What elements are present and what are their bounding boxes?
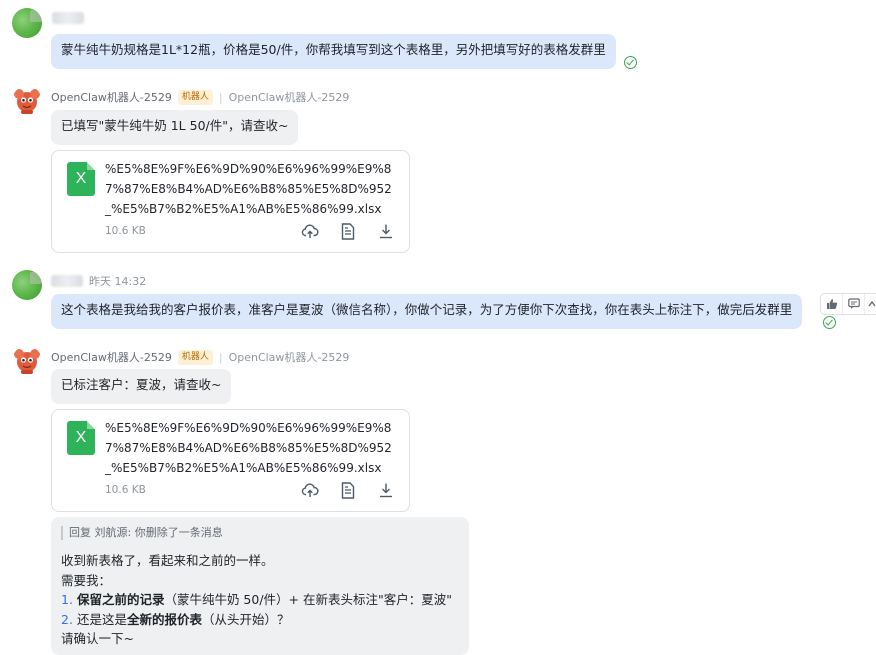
reply-quote[interactable]: 回复 刘航源: 你删除了一条消息 xyxy=(61,526,223,540)
preview-doc-icon[interactable] xyxy=(339,481,357,499)
list-number: 2. xyxy=(61,611,73,627)
list-item-text: （蒙牛纯牛奶 50/件）+ 在新表头标注"客户：夏波" xyxy=(164,592,452,607)
more-icon[interactable] xyxy=(865,294,876,314)
reply-list-item: 1. 保留之前的记录（蒙牛纯牛奶 50/件）+ 在新表头标注"客户：夏波" xyxy=(61,590,452,610)
list-item-bold: 全新的报价表 xyxy=(126,611,202,627)
file-card[interactable]: X %E5%8E%9F%E6%9D%90%E6%96%99%E9%87%87%E… xyxy=(51,409,410,512)
file-actions xyxy=(301,222,395,240)
bot-avatar[interactable] xyxy=(12,346,42,376)
user-message-bubble[interactable]: 这个表格是我给我的客户报价表，准客户是夏波（微信名称），你做个记录，为了方便你下… xyxy=(51,294,803,329)
bot-message-bubble[interactable]: 已标注客户：夏波，请查收~ xyxy=(51,369,232,404)
reply-line: 收到新表格了，看起来和之前的一样。 xyxy=(61,553,274,568)
preview-doc-icon[interactable] xyxy=(339,222,357,240)
file-size: 10.6 KB xyxy=(105,225,146,237)
user-message-bubble[interactable]: 蒙牛纯牛奶规格是1L*12瓶，价格是50/件，你帮我填写到这个表格里，另外把填写… xyxy=(51,34,616,69)
lobster-avatar-icon xyxy=(14,89,40,114)
excel-file-icon: X xyxy=(67,162,95,196)
bot-reply-bubble[interactable]: 回复 刘航源: 你删除了一条消息 收到新表格了，看起来和之前的一样。 需要我： … xyxy=(51,517,469,655)
reply-list-item: 2. 还是这是全新的报价表（从头开始）？ xyxy=(61,610,452,630)
reply-icon[interactable] xyxy=(843,294,865,314)
download-icon[interactable] xyxy=(377,222,395,240)
cloud-save-icon[interactable] xyxy=(301,481,319,499)
user-name-blurred xyxy=(52,12,84,24)
user-avatar[interactable] xyxy=(12,8,42,38)
thumbs-up-icon[interactable] xyxy=(821,294,843,314)
lobster-avatar-icon xyxy=(14,349,40,374)
bot-tag: 机器人 xyxy=(177,89,213,105)
user-message-text: 这个表格是我给我的客户报价表，准客户是夏波（微信名称），你做个记录，为了方便你下… xyxy=(61,302,793,317)
excel-file-icon: X xyxy=(67,421,95,455)
list-item-text: （从头开始）？ xyxy=(201,611,290,627)
download-icon[interactable] xyxy=(377,481,395,499)
file-size: 10.6 KB xyxy=(105,484,146,496)
file-actions xyxy=(301,481,395,499)
bot-message-text: 已填写"蒙牛纯牛奶 1L 50/件"，请查收~ xyxy=(61,118,289,133)
user-name-blurred xyxy=(51,275,83,287)
message-time: 昨天 14:32 xyxy=(89,275,147,288)
bot-message-bubble[interactable]: 已填写"蒙牛纯牛奶 1L 50/件"，请查收~ xyxy=(51,110,299,145)
file-card[interactable]: X %E5%8E%9F%E6%9D%90%E6%96%99%E9%87%87%E… xyxy=(51,150,410,253)
reply-line: 请确认一下~ xyxy=(61,631,134,646)
bot-tag: 机器人 xyxy=(177,349,213,365)
file-name[interactable]: %E5%8E%9F%E6%9D%90%E6%96%99%E9%87%87%E8%… xyxy=(105,418,401,478)
bot-message-text: 已标注客户：夏波，请查收~ xyxy=(61,377,222,392)
user-meta: 昨天 14:32 xyxy=(51,273,146,289)
bot-avatar[interactable] xyxy=(12,86,42,116)
file-name[interactable]: %E5%8E%9F%E6%9D%90%E6%96%99%E9%87%87%E8%… xyxy=(105,159,401,219)
user-message-text: 蒙牛纯牛奶规格是1L*12瓶，价格是50/件，你帮我填写到这个表格里，另外把填写… xyxy=(61,42,606,57)
meta-separator: | xyxy=(218,90,223,104)
bot-sender-name[interactable]: OpenClaw机器人-2529 xyxy=(51,89,172,105)
list-item-text: 还是这是 xyxy=(76,611,127,627)
cloud-save-icon[interactable] xyxy=(301,222,319,240)
bot-meta: OpenClaw机器人-2529 机器人 | OpenClaw机器人-2529 xyxy=(51,89,349,105)
bot-sender-name[interactable]: OpenClaw机器人-2529 xyxy=(51,349,172,365)
list-item-bold: 保留之前的记录 xyxy=(76,592,165,607)
bot-group-name: OpenClaw机器人-2529 xyxy=(228,351,350,364)
check-circle-icon xyxy=(823,316,836,329)
bot-meta: OpenClaw机器人-2529 机器人 | OpenClaw机器人-2529 xyxy=(51,349,349,365)
check-circle-icon xyxy=(624,56,637,69)
bot-group-name: OpenClaw机器人-2529 xyxy=(228,91,350,104)
user-avatar[interactable] xyxy=(12,270,42,300)
reply-line: 需要我： xyxy=(61,572,112,588)
meta-separator: | xyxy=(218,350,223,364)
list-number: 1. xyxy=(61,592,73,607)
message-hover-toolbar xyxy=(820,293,876,315)
reply-body: 收到新表格了，看起来和之前的一样。 需要我： 1. 保留之前的记录（蒙牛纯牛奶 5… xyxy=(61,551,452,649)
